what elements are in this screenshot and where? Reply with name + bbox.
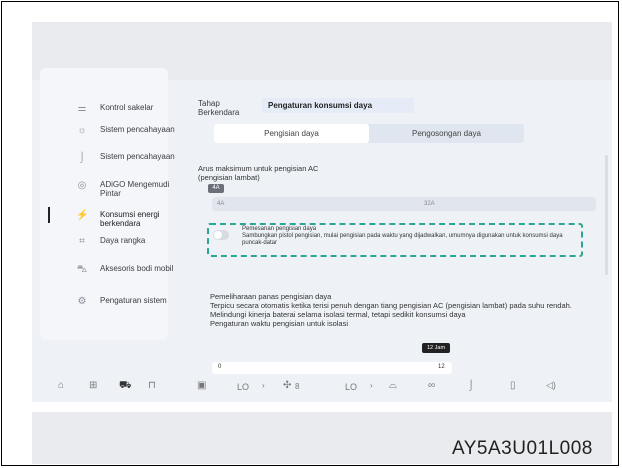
heating-value-bubble: 12 Jam (422, 343, 451, 353)
defrost-icon[interactable]: ⌓ (389, 380, 397, 391)
energy-icon: ⚡ (76, 210, 89, 221)
figure-code: AY5A3U01L008 (452, 438, 593, 459)
charge-tabs: Pengisian daya Pengosongan daya (214, 124, 524, 143)
sidebar-item-ambient-lighting[interactable]: ⌡ Sistem pencahayaan (60, 152, 188, 164)
switch-icon: ⚌ (77, 103, 87, 114)
fan-icon[interactable]: ✣ (283, 380, 291, 391)
heating-min: 0 (218, 364, 222, 370)
sidebar-item-energy[interactable]: ⚡ Konsumsi energi berkendara (60, 210, 188, 228)
active-indicator (48, 207, 50, 223)
heating-subtitle: Pengaturan waktu pengisian untuk isolasi (210, 319, 349, 328)
sidebar-item-label: Sistem pencahayaan (100, 152, 175, 161)
step-label: Tahap Berkendara (198, 99, 240, 117)
heating-max: 12 (438, 364, 445, 370)
heating-description: Terpicu secara otomatis ketika terisi pe… (210, 301, 572, 319)
sidebar-item-system[interactable]: ⚙ Pengaturan sistem (60, 296, 188, 308)
fan-level: 8 (295, 382, 300, 391)
scrollbar[interactable] (605, 155, 608, 275)
home-icon[interactable]: ⌂ (58, 380, 64, 391)
ac-current-max: 32A (424, 201, 435, 207)
sidebar-item-label: Aksesoris bodi mobil (100, 264, 174, 273)
reservation-title: Pemesanan pengisian daya (242, 226, 317, 232)
light-icon: ☼ (77, 125, 87, 136)
recirculation-icon[interactable]: ∞ (428, 380, 435, 391)
tab-discharging[interactable]: Pengosongan daya (369, 124, 524, 143)
lock-icon[interactable]: ⊓ (148, 380, 156, 391)
chevron-right-icon[interactable]: › (262, 381, 265, 390)
ac-current-slider[interactable] (212, 197, 596, 211)
ac-current-thumb[interactable]: 4A (208, 184, 224, 193)
chassis-icon: ⌗ (79, 236, 85, 247)
car-body-icon: ⛍ (76, 264, 88, 275)
sidebar-item-label: Sistem pencahayaan (100, 125, 175, 134)
heating-title: Pemeliharaan panas pengisian daya (210, 292, 332, 301)
tab-charging[interactable]: Pengisian daya (214, 124, 369, 143)
phone-icon[interactable]: ▯ (510, 380, 516, 391)
sidebar-item-chassis[interactable]: ⌗ Daya rangka (60, 236, 188, 248)
reservation-toggle[interactable] (213, 230, 229, 240)
ac-current-min: 4A (217, 201, 225, 207)
steering-icon: ◎ (77, 180, 87, 191)
sidebar-item-label: Kontrol sakelar (100, 103, 154, 112)
chevron-right-icon[interactable]: › (370, 381, 373, 390)
gear-icon: ⚙ (77, 296, 87, 307)
sidebar-item-label: ADiGO Mengemudi Pintar (100, 180, 170, 198)
sidebar-item-lighting[interactable]: ☼ Sistem pencahayaan (60, 125, 188, 137)
temp-right[interactable]: LO (345, 382, 357, 392)
car-icon[interactable]: ⛟ (119, 380, 132, 393)
sidebar-item-body[interactable]: ⛍ Aksesoris bodi mobil (60, 264, 188, 276)
page-title: Pengaturan konsumsi daya (262, 98, 414, 113)
apps-icon[interactable]: ⊞ (89, 380, 97, 391)
sidebar-item-label: Pengaturan sistem (100, 296, 167, 305)
ambient-light-icon: ⌡ (78, 152, 86, 163)
volume-icon[interactable]: ◁) (546, 380, 556, 391)
sidebar-item-adigo[interactable]: ◎ ADiGO Mengemudi Pintar (60, 180, 188, 198)
seat-icon[interactable]: ⌡ (468, 380, 474, 391)
ac-current-label: Arus maksimum untuk pengisian AC (pengis… (198, 164, 319, 182)
sidebar-item-label: Konsumsi energi berkendara (100, 210, 160, 228)
seat-heat-icon[interactable]: ▣ (197, 380, 206, 391)
sidebar-item-switch[interactable]: ⚌ Kontrol sakelar (60, 103, 188, 115)
temp-left[interactable]: LO (237, 382, 249, 392)
reservation-description: Sambungkan pistol pengisian, mulai pengi… (242, 233, 563, 246)
heating-time-slider[interactable] (212, 362, 452, 374)
sidebar-item-label: Daya rangka (100, 236, 146, 245)
